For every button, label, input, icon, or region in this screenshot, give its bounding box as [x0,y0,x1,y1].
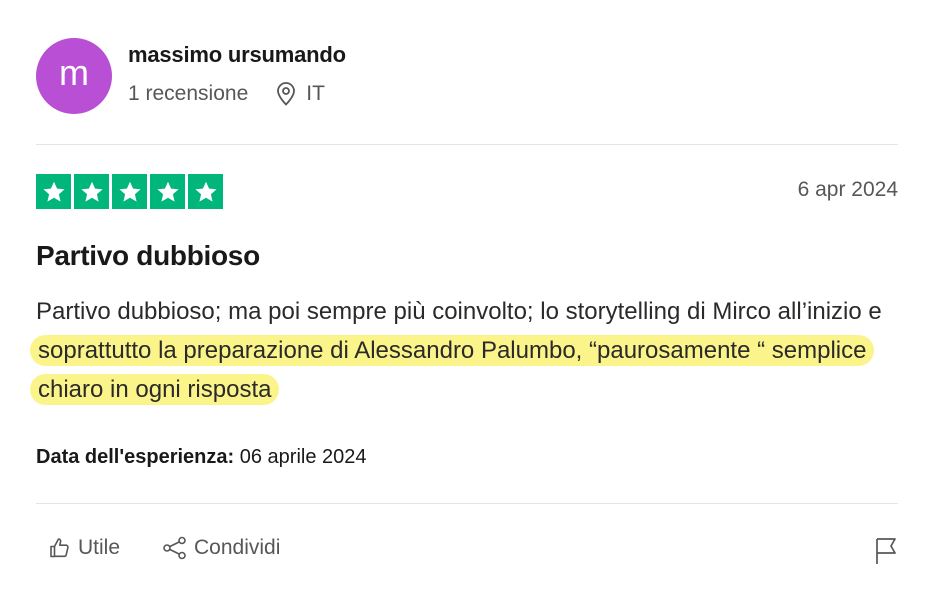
experience-label: Data dell'esperienza: [36,446,235,468]
experience-value: 06 aprile 2024 [239,446,367,468]
avatar[interactable]: m [36,38,112,114]
divider [36,144,898,145]
experience-date: Data dell'esperienza: 06 aprile 2024 [36,446,367,469]
share-button[interactable]: Condividi [162,536,280,560]
share-icon [163,536,186,560]
review-body-text: Partivo dubbioso; ma poi sempre più coin… [36,298,882,325]
review-card: m massimo ursumando 1 recensione IT 6 ap… [30,0,898,594]
flag-icon [876,538,896,564]
star-icon [188,174,223,209]
useful-button[interactable]: Utile [48,536,120,560]
avatar-initial: m [59,52,89,93]
thumbs-up-icon [50,538,69,558]
star-icon [150,174,185,209]
useful-label: Utile [78,536,121,559]
review-actions: Utile Condividi [48,536,280,560]
reviewer-name[interactable]: massimo ursumando [128,42,346,68]
star-icon [112,174,147,209]
divider [36,503,898,504]
highlighted-text: soprattutto la preparazione di Alessandr… [30,335,875,405]
share-label: Condividi [194,536,281,559]
reviewer-country: IT [306,82,325,105]
location-pin-icon [276,82,296,106]
reviewer-meta: 1 recensione IT [128,82,325,106]
star-icon [36,174,71,209]
review-title: Partivo dubbioso [36,240,260,271]
report-flag-button[interactable] [874,536,898,571]
review-body: Partivo dubbioso; ma poi sempre più coin… [30,292,898,409]
star-rating [36,174,223,209]
review-count: 1 recensione [128,82,249,105]
review-date: 6 apr 2024 [797,178,898,201]
star-icon [74,174,109,209]
